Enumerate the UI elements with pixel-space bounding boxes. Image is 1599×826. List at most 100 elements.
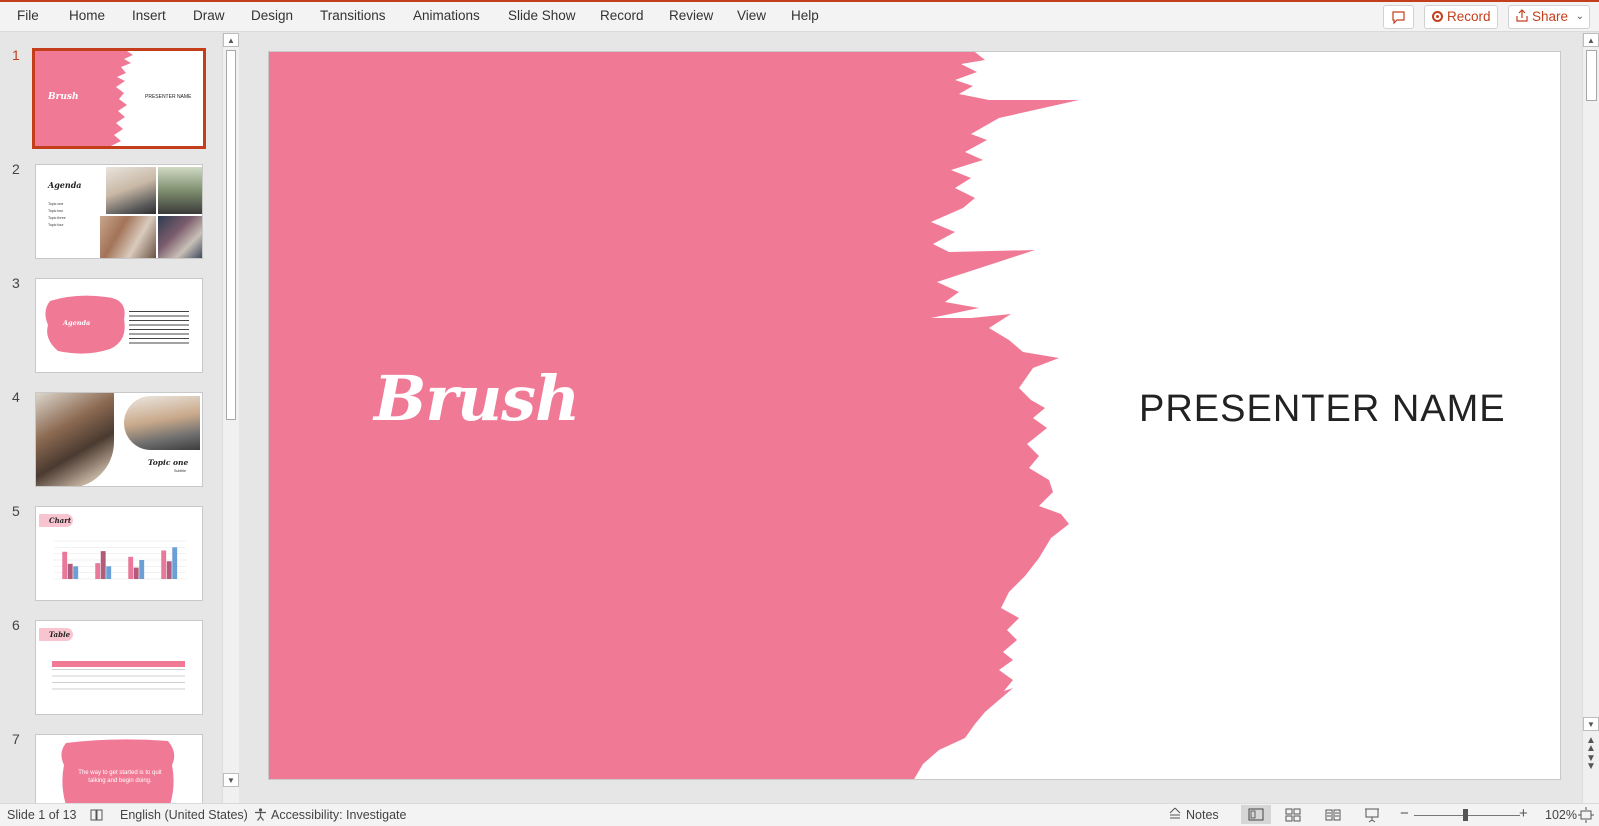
scroll-down-arrow-icon[interactable]: ▼ (223, 773, 239, 787)
slide-title[interactable]: Brush (374, 362, 580, 435)
thumb-title: Agenda (48, 180, 82, 190)
accessibility-status[interactable]: Accessibility: Investigate (271, 808, 406, 822)
presenter-name[interactable]: PRESENTER NAME (1139, 388, 1506, 431)
next-slide-icon[interactable]: ▼ ▼ (1586, 754, 1596, 772)
tab-record[interactable]: Record (600, 8, 644, 23)
tab-transitions[interactable]: Transitions (320, 8, 386, 23)
chart-bar (172, 547, 178, 579)
zoom-slider-knob[interactable] (1463, 809, 1468, 821)
slide-thumbnail-7[interactable]: The way to get started is to quit talkin… (35, 734, 203, 803)
thumb-quote: The way to get started is to quit talkin… (78, 770, 162, 784)
notes-button[interactable]: Notes (1186, 808, 1219, 822)
thumb-title: Table (49, 630, 71, 639)
thumb-number: 4 (12, 389, 20, 405)
thumb-agenda-item: Topic three (48, 216, 66, 220)
slide-counter: Slide 1 of 13 (7, 808, 77, 822)
scroll-down-arrow-icon[interactable]: ▼ (1583, 717, 1599, 731)
thumb-agenda-item: Topic one (48, 202, 64, 206)
comment-icon (1392, 11, 1405, 25)
chart-bar (133, 567, 139, 579)
tab-view[interactable]: View (737, 8, 766, 23)
tab-file[interactable]: File (17, 8, 39, 23)
thumb-number: 1 (12, 47, 20, 63)
previous-slide-icon[interactable]: ▲ ▲ (1586, 736, 1596, 754)
status-bar: Slide 1 of 13 English (United States) Ac… (0, 803, 1599, 826)
current-slide[interactable]: Brush PRESENTER NAME (268, 51, 1561, 780)
scroll-thumb[interactable] (1586, 50, 1597, 101)
chart-bar (161, 550, 167, 579)
accessibility-icon[interactable] (253, 807, 268, 822)
chevron-down-icon[interactable]: ⌄ (1576, 6, 1584, 28)
spelling-check-icon[interactable] (89, 807, 104, 822)
chart-bar (62, 551, 68, 579)
tab-draw[interactable]: Draw (193, 8, 225, 23)
slide-thumbnail-5[interactable]: Chart (35, 506, 203, 601)
slide-thumbnail-pane: 1 2 3 4 5 6 7 Brush PRESENTER NAME Agend… (0, 33, 242, 803)
slide-sorter-icon[interactable] (1285, 808, 1301, 822)
ribbon-tabs: File Home Insert Draw Design Transitions… (0, 2, 1599, 32)
scroll-up-arrow-icon[interactable]: ▲ (223, 33, 239, 47)
thumbnail-scrollbar[interactable]: ▲ ▼ (222, 33, 239, 803)
thumb-photo (124, 396, 200, 450)
thumb-photo (158, 216, 202, 258)
comments-button[interactable] (1383, 5, 1414, 29)
thumb-bar-chart (54, 540, 186, 580)
thumb-subtitle: Subtitle (174, 469, 186, 473)
thumb-photo (106, 167, 156, 214)
slide-thumbnail-4[interactable]: Topic one Subtitle (35, 392, 203, 487)
thumb-brush-shape (61, 739, 175, 803)
scroll-thumb[interactable] (226, 50, 236, 420)
thumb-number: 2 (12, 161, 20, 177)
zoom-out-icon[interactable]: − (1400, 805, 1409, 822)
chart-bar (100, 551, 106, 579)
reading-view-icon[interactable] (1325, 808, 1341, 822)
record-button[interactable]: Record (1424, 5, 1498, 29)
thumb-number: 3 (12, 275, 20, 291)
chart-bar (128, 556, 134, 579)
chart-bar (139, 560, 145, 579)
share-button[interactable]: Share ⌄ (1508, 5, 1590, 29)
zoom-in-icon[interactable]: + (1519, 805, 1528, 822)
slide-thumbnail-3[interactable]: Agenda (35, 278, 203, 373)
thumb-number: 6 (12, 617, 20, 633)
normal-view-button[interactable] (1241, 805, 1271, 824)
thumb-table-header (52, 661, 185, 667)
thumb-photo (36, 393, 114, 486)
chart-bar (166, 561, 172, 579)
thumb-title: Brush (48, 92, 79, 102)
thumb-presenter: PRESENTER NAME (145, 94, 192, 100)
slide-vertical-scrollbar[interactable]: ▲ ▼ ▲ ▲ ▼ ▼ (1582, 33, 1599, 803)
tab-animations[interactable]: Animations (413, 8, 480, 23)
thumb-agenda-item: Topic four (48, 223, 64, 227)
language-indicator[interactable]: English (United States) (120, 808, 248, 822)
notes-icon[interactable] (1168, 807, 1182, 822)
fit-slide-icon[interactable] (1578, 807, 1594, 823)
chart-bar (95, 563, 101, 579)
chart-bar (67, 563, 73, 579)
scroll-up-arrow-icon[interactable]: ▲ (1583, 33, 1599, 47)
slide-thumbnail-1[interactable]: Brush PRESENTER NAME (32, 48, 206, 149)
chart-bar (106, 566, 112, 579)
slide-thumbnail-6[interactable]: Table (35, 620, 203, 715)
slide-show-icon[interactable] (1364, 807, 1380, 823)
tab-help[interactable]: Help (791, 8, 819, 23)
normal-view-icon (1248, 808, 1264, 821)
thumb-photo (158, 167, 202, 214)
tab-review[interactable]: Review (669, 8, 713, 23)
thumb-number: 5 (12, 503, 20, 519)
record-icon (1432, 11, 1443, 22)
chart-bar (73, 566, 79, 579)
tab-insert[interactable]: Insert (132, 8, 166, 23)
share-label: Share (1532, 9, 1569, 24)
thumb-table-rows (52, 669, 185, 695)
tab-design[interactable]: Design (251, 8, 293, 23)
thumb-photo (100, 216, 156, 258)
thumb-agenda-item: Topic two (48, 209, 63, 213)
tab-home[interactable]: Home (69, 8, 105, 23)
zoom-level[interactable]: 102% (1545, 808, 1577, 822)
slide-thumbnail-2[interactable]: Agenda Topic one Topic two Topic three T… (35, 164, 203, 259)
thumb-title: Agenda (63, 319, 91, 327)
tab-slide-show[interactable]: Slide Show (508, 8, 576, 23)
thumb-number: 7 (12, 731, 20, 747)
share-icon (1516, 9, 1528, 22)
